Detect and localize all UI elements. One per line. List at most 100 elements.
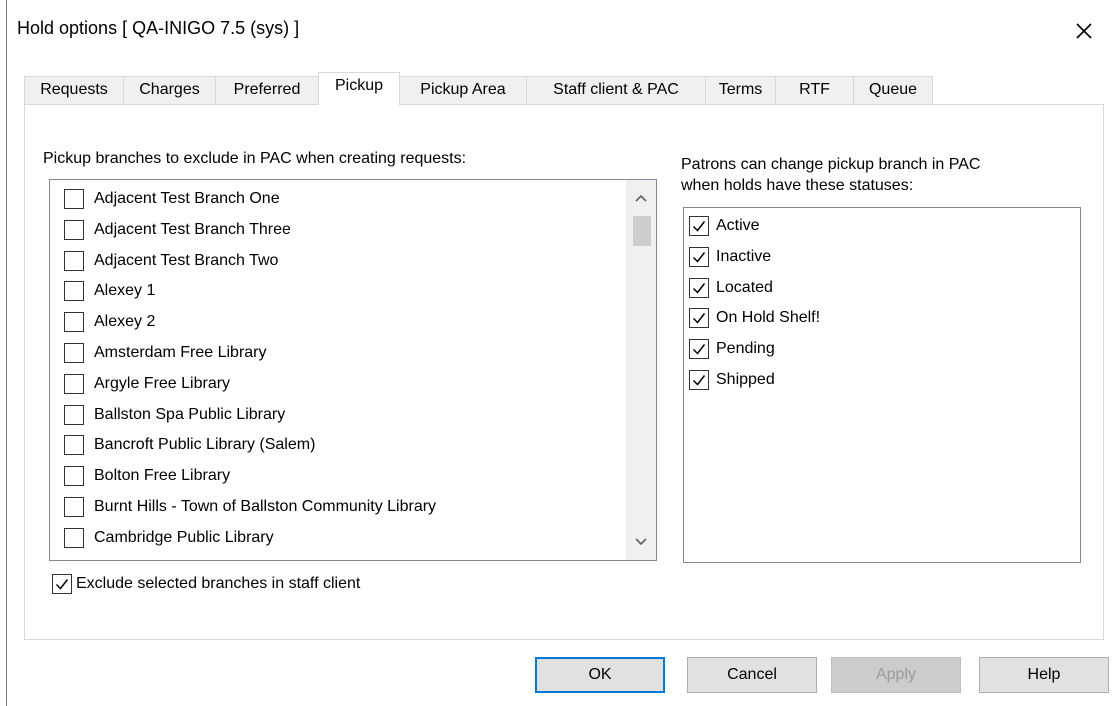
branch-label: Argyle Free Library xyxy=(94,374,231,392)
status-checkbox[interactable] xyxy=(689,277,709,298)
hold-status-list[interactable]: Active Inactive Located On Hold Shelf! Pendi… xyxy=(683,207,1081,563)
scroll-thumb[interactable] xyxy=(633,216,651,246)
branch-label: Bancroft Public Library (Salem) xyxy=(94,436,316,454)
branch-item[interactable]: Adjacent Test Branch One xyxy=(64,184,280,214)
branch-label: Cambridge Public Library xyxy=(94,528,274,546)
tab-queue[interactable]: Queue xyxy=(853,76,933,104)
branch-item[interactable]: Ballston Spa Public Library xyxy=(64,400,285,430)
exclude-staff-client-checkbox[interactable] xyxy=(52,574,72,594)
status-label: On Hold Shelf! xyxy=(716,309,821,327)
checkmark-icon xyxy=(692,344,706,355)
help-button[interactable]: Help xyxy=(979,657,1109,693)
checkmark-icon xyxy=(55,579,69,590)
branch-checkbox[interactable] xyxy=(64,312,84,333)
pickup-tab-panel: Pickup branches to exclude in PAC when c… xyxy=(24,104,1104,640)
branch-checkbox[interactable] xyxy=(64,527,84,548)
branch-exclude-list[interactable]: Adjacent Test Branch One Adjacent Test Br… xyxy=(49,179,657,561)
status-checkbox[interactable] xyxy=(689,308,709,329)
statuses-label-line1: Patrons can change pickup branch in PAC xyxy=(681,156,981,173)
branch-item[interactable]: Alexey 1 xyxy=(64,276,155,306)
tab-label: Pickup xyxy=(334,77,384,94)
branch-label: Burnt Hills - Town of Ballston Community… xyxy=(94,498,437,515)
branch-checkbox[interactable] xyxy=(64,435,84,456)
status-label: Located xyxy=(716,278,773,296)
checkmark-icon xyxy=(692,375,706,386)
status-label: Inactive xyxy=(716,247,772,265)
tab-label: Pickup Area xyxy=(420,81,506,98)
chevron-down-icon xyxy=(635,538,647,546)
tab-requests[interactable]: Requests xyxy=(24,76,124,104)
apply-button[interactable]: Apply xyxy=(831,657,961,693)
tab-terms[interactable]: Terms xyxy=(705,76,776,104)
tab-label: Staff client & PAC xyxy=(553,81,679,98)
status-label: Pending xyxy=(716,340,775,358)
close-button[interactable] xyxy=(1054,0,1114,62)
branch-label: Alexey 1 xyxy=(94,282,156,300)
title-bar: Hold options [ QA-INIGO 7.5 (sys) ] xyxy=(7,0,1114,62)
tab-label: Charges xyxy=(139,81,200,98)
branch-item[interactable]: Cambridge Public Library xyxy=(64,523,274,553)
exclude-staff-client-checkbox-row[interactable]: Exclude selected branches in staff clien… xyxy=(52,569,360,599)
status-item[interactable]: Active xyxy=(689,211,760,241)
status-item[interactable]: Shipped xyxy=(689,365,775,395)
branch-item[interactable]: Amsterdam Free Library xyxy=(64,338,267,368)
branch-checkbox[interactable] xyxy=(64,466,84,487)
tab-bar: Requests Charges Preferred Pickup Pickup… xyxy=(24,72,1104,105)
branch-checkbox[interactable] xyxy=(64,189,84,209)
ok-button[interactable]: OK xyxy=(535,657,665,693)
branch-checkbox[interactable] xyxy=(64,497,84,517)
branch-checkbox[interactable] xyxy=(64,343,84,363)
tab-label: Preferred xyxy=(233,81,301,98)
branch-list-scrollbar[interactable] xyxy=(626,180,656,560)
tab-pickup[interactable]: Pickup xyxy=(318,72,400,105)
checkmark-icon xyxy=(692,282,706,294)
checkmark-icon xyxy=(692,313,706,325)
branch-label: Ballston Spa Public Library xyxy=(94,405,286,423)
branch-item[interactable]: Bolton Free Library xyxy=(64,461,230,491)
branch-checkbox[interactable] xyxy=(64,373,84,394)
cancel-button[interactable]: Cancel xyxy=(687,657,817,693)
status-item[interactable]: Located xyxy=(689,273,773,303)
branch-checkbox[interactable] xyxy=(64,281,84,302)
branch-checkbox[interactable] xyxy=(64,250,84,271)
status-checkbox[interactable] xyxy=(689,246,709,267)
ok-button-label: OK xyxy=(588,666,612,683)
status-checkbox[interactable] xyxy=(689,339,709,360)
tab-label: RTF xyxy=(799,81,830,98)
status-item[interactable]: Pending xyxy=(689,334,775,364)
branch-label: Adjacent Test Branch Two xyxy=(94,251,279,269)
status-item[interactable]: On Hold Shelf! xyxy=(689,303,820,333)
tab-label: Requests xyxy=(40,81,108,98)
branch-item[interactable]: Burnt Hills - Town of Ballston Community… xyxy=(64,492,436,522)
apply-button-label: Apply xyxy=(875,666,917,683)
status-checkbox[interactable] xyxy=(689,370,709,390)
status-item[interactable]: Inactive xyxy=(689,242,771,272)
tab-label: Queue xyxy=(868,81,918,98)
tab-staff-client-pac[interactable]: Staff client & PAC xyxy=(526,76,706,104)
branch-item[interactable]: Adjacent Test Branch Two xyxy=(64,246,278,276)
tab-charges[interactable]: Charges xyxy=(123,76,216,104)
exclude-staff-client-label: Exclude selected branches in staff clien… xyxy=(76,575,361,592)
status-label: Shipped xyxy=(716,371,775,388)
tab-label: Terms xyxy=(718,81,763,98)
scroll-up-button[interactable] xyxy=(626,184,656,212)
exclude-branches-label: Pickup branches to exclude in PAC when c… xyxy=(43,150,467,167)
tab-pickup-area[interactable]: Pickup Area xyxy=(399,76,527,104)
branch-item[interactable]: Bancroft Public Library (Salem) xyxy=(64,430,315,460)
tab-preferred[interactable]: Preferred xyxy=(215,76,319,104)
tab-rtf[interactable]: RTF xyxy=(775,76,854,104)
cancel-button-label: Cancel xyxy=(727,666,777,683)
branch-checkbox[interactable] xyxy=(64,219,84,240)
branch-item[interactable]: Alexey 2 xyxy=(64,307,155,337)
branch-item[interactable]: Argyle Free Library xyxy=(64,369,230,399)
branch-label: Bolton Free Library xyxy=(94,467,231,485)
branch-label: Adjacent Test Branch Three xyxy=(94,220,291,238)
close-icon xyxy=(1076,23,1092,39)
scroll-down-button[interactable] xyxy=(626,528,656,556)
hold-options-dialog: Hold options [ QA-INIGO 7.5 (sys) ] Requ… xyxy=(6,0,1114,706)
branch-item[interactable]: Adjacent Test Branch Three xyxy=(64,215,291,245)
help-button-label: Help xyxy=(1027,666,1061,683)
status-checkbox[interactable] xyxy=(689,216,709,236)
branch-checkbox[interactable] xyxy=(64,404,84,425)
status-label: Active xyxy=(716,217,760,234)
